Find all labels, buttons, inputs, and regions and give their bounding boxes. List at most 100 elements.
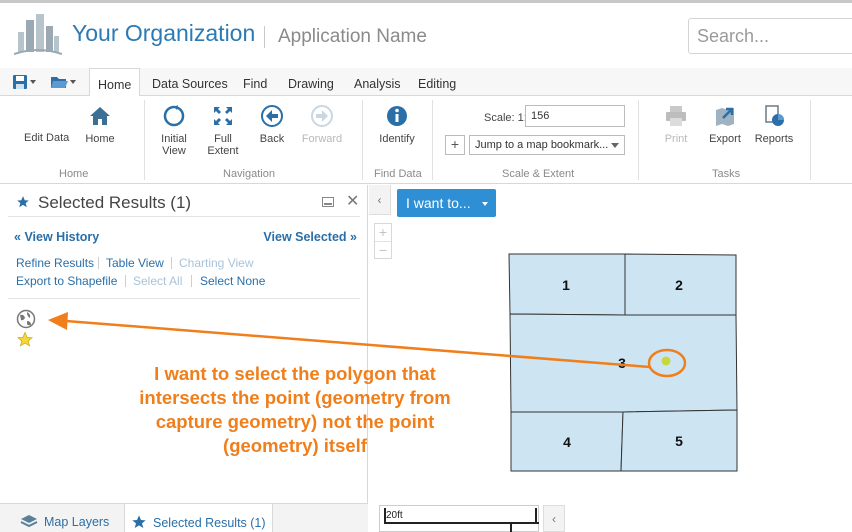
group-divider xyxy=(638,100,639,180)
initial-view-button[interactable]: Initial View xyxy=(158,104,190,157)
tab-analysis[interactable]: Analysis xyxy=(354,74,401,96)
bookmark-select[interactable]: Jump to a map bookmark... xyxy=(469,135,625,155)
scale-label: Scale: 1: xyxy=(484,112,527,124)
chevron-down-icon xyxy=(70,80,76,84)
favorite-star-icon[interactable] xyxy=(16,331,34,348)
scale-bar-label: 20ft xyxy=(386,510,403,521)
chevron-down-icon xyxy=(30,80,36,84)
app-header: Your Organization Application Name xyxy=(0,0,852,68)
link-divider xyxy=(191,275,192,287)
star-icon xyxy=(17,196,29,208)
bookmark-select-text: Jump to a map bookmark... xyxy=(475,139,609,151)
scale-bar: 20ft xyxy=(379,505,539,532)
full-extent-icon xyxy=(214,107,232,125)
open-menu[interactable] xyxy=(50,72,78,92)
view-history-link[interactable]: « View History xyxy=(14,230,99,244)
info-icon xyxy=(387,106,407,126)
parcel-label-2: 2 xyxy=(675,277,683,293)
tab-drawing[interactable]: Drawing xyxy=(288,74,334,96)
tab-selected-results[interactable]: Selected Results (1) xyxy=(124,504,273,532)
group-label-navigation: Navigation xyxy=(223,168,275,180)
select-none-link[interactable]: Select None xyxy=(200,274,265,288)
forward-button[interactable]: Forward xyxy=(301,104,343,145)
star-icon xyxy=(132,515,146,528)
group-divider xyxy=(432,100,433,180)
table-view-link[interactable]: Table View xyxy=(106,256,164,270)
scale-input[interactable] xyxy=(525,105,625,127)
identify-label: Identify xyxy=(379,133,415,145)
minimize-icon[interactable] xyxy=(322,197,334,207)
ribbon-tab-bar: Home Data Sources Find Drawing Analysis … xyxy=(0,68,852,97)
close-icon[interactable]: ✕ xyxy=(346,191,359,211)
refine-results-link[interactable]: Refine Results xyxy=(16,256,94,270)
full-extent-button[interactable]: Full Extent xyxy=(206,104,240,157)
printer-icon xyxy=(666,106,686,126)
link-divider xyxy=(125,275,126,287)
edit-data-label: Edit Data xyxy=(24,132,70,144)
group-divider xyxy=(810,100,811,180)
collapse-scalebar-button[interactable]: ‹ xyxy=(543,505,565,532)
group-label-home: Home xyxy=(59,168,89,180)
folder-icon xyxy=(51,77,68,88)
tab-map-layers[interactable]: Map Layers xyxy=(14,504,115,532)
parcel-label-5: 5 xyxy=(675,433,683,449)
tab-data-sources[interactable]: Data Sources xyxy=(152,74,228,96)
back-label: Back xyxy=(259,133,285,145)
map-view[interactable]: ‹ I want to... + − 1 2 3 4 5 20ft ‹ xyxy=(369,185,852,532)
forward-label: Forward xyxy=(301,133,343,145)
group-label-scale-extent: Scale & Extent xyxy=(502,168,575,180)
globe-icon[interactable] xyxy=(16,309,36,329)
reports-icon xyxy=(765,105,784,126)
tab-find[interactable]: Find xyxy=(243,74,267,96)
link-divider xyxy=(171,257,172,269)
group-label-tasks: Tasks xyxy=(712,168,741,180)
application-name: Application Name xyxy=(278,26,427,47)
identify-button[interactable]: Identify xyxy=(378,104,416,145)
panel-tab-bar: Map Layers Selected Results (1) xyxy=(0,503,368,532)
reports-label: Reports xyxy=(754,133,794,145)
divider xyxy=(8,216,360,217)
save-icon xyxy=(13,75,27,89)
selected-results-panel: Selected Results (1) ✕ « View History Vi… xyxy=(0,185,368,532)
group-divider xyxy=(362,100,363,180)
select-all-link[interactable]: Select All xyxy=(133,274,182,288)
add-bookmark-button[interactable]: + xyxy=(445,135,465,155)
chevron-down-icon xyxy=(611,143,619,148)
home-button[interactable]: Home xyxy=(84,104,116,145)
link-divider xyxy=(98,257,99,269)
edit-data-button[interactable]: Edit Data xyxy=(24,132,69,144)
search-input[interactable] xyxy=(688,18,852,54)
reports-button[interactable]: Reports xyxy=(754,104,794,145)
map-layers-label: Map Layers xyxy=(44,515,110,529)
parcel-label-1: 1 xyxy=(562,277,570,293)
ribbon-toolbar: Edit Data Home Home Initial View Full Ex… xyxy=(0,96,852,184)
home-icon xyxy=(90,107,110,125)
selected-results-tab-label: Selected Results (1) xyxy=(153,516,266,530)
export-button[interactable]: Export xyxy=(707,104,743,145)
print-button[interactable]: Print xyxy=(662,104,690,145)
parcel-label-3: 3 xyxy=(618,355,626,371)
charting-view-link[interactable]: Charting View xyxy=(179,256,253,270)
export-icon xyxy=(716,107,734,126)
divider xyxy=(8,298,360,299)
panel-title: Selected Results (1) xyxy=(38,193,192,212)
home-label: Home xyxy=(85,133,115,145)
back-button[interactable]: Back xyxy=(258,104,286,145)
view-selected-label: View Selected xyxy=(263,230,347,244)
group-divider xyxy=(144,100,145,180)
city-skyline-logo-icon xyxy=(14,14,62,55)
tab-home[interactable]: Home xyxy=(89,68,141,97)
save-menu[interactable] xyxy=(12,72,38,92)
view-selected-link[interactable]: View Selected » xyxy=(263,230,357,244)
initial-view-label: Initial View xyxy=(161,133,187,157)
group-label-find-data: Find Data xyxy=(374,168,422,180)
scale-bar-line xyxy=(384,522,539,524)
tab-editing[interactable]: Editing xyxy=(418,74,456,96)
forward-arrow-icon xyxy=(311,105,333,127)
view-history-label: View History xyxy=(24,230,100,244)
parcel-label-4: 4 xyxy=(563,434,571,450)
export-label: Export xyxy=(709,133,741,145)
export-shapefile-link[interactable]: Export to Shapefile xyxy=(16,274,117,288)
refresh-icon xyxy=(163,105,185,127)
full-extent-label: Full Extent xyxy=(207,133,239,157)
